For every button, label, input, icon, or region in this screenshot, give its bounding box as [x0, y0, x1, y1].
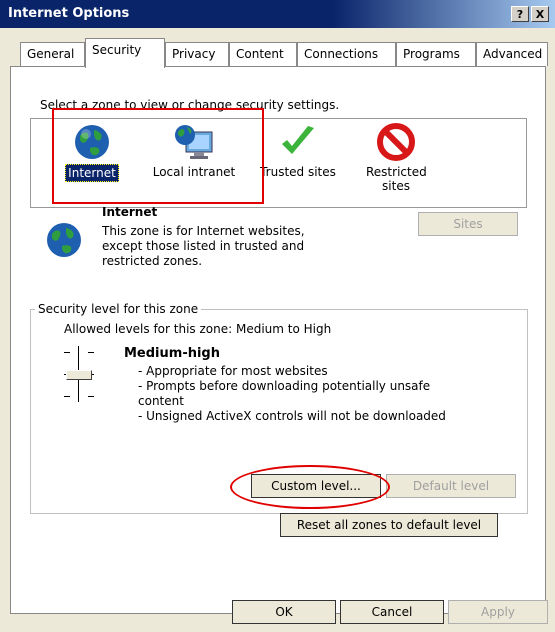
security-level-legend: Security level for this zone	[38, 302, 199, 316]
cancel-button[interactable]: Cancel	[340, 600, 444, 624]
reset-all-zones-button[interactable]: Reset all zones to default level	[280, 513, 498, 537]
ok-button[interactable]: OK	[232, 600, 336, 624]
zone-restricted-sites[interactable]: Restricted sites	[353, 119, 439, 194]
no-entry-icon	[377, 123, 415, 161]
slider-tick	[64, 396, 70, 397]
zone-label-restricted-sites: Restricted sites	[366, 165, 427, 193]
close-button[interactable]: X	[531, 6, 549, 22]
slider-tick	[88, 352, 94, 353]
checkmark-icon	[282, 126, 314, 154]
level-bullet: - Appropriate for most websites	[138, 364, 328, 378]
zone-trusted-sites[interactable]: Trusted sites	[253, 119, 343, 180]
sites-button[interactable]: Sites	[418, 212, 518, 236]
security-level-slider[interactable]	[54, 346, 104, 406]
tab-connections[interactable]: Connections	[297, 42, 396, 66]
tab-content[interactable]: Content	[229, 42, 297, 66]
tab-general[interactable]: General	[20, 42, 85, 66]
title-bar[interactable]: Internet Options ? X	[0, 0, 555, 28]
level-bullet: - Prompts before downloading potentially…	[138, 379, 431, 408]
allowed-levels-text: Allowed levels for this zone: Medium to …	[64, 322, 332, 336]
tab-privacy[interactable]: Privacy	[165, 42, 229, 66]
security-level-name: Medium-high	[124, 346, 220, 361]
internet-options-dialog: Internet Options ? X General Security Pr…	[0, 0, 555, 632]
zone-info-title: Internet	[102, 205, 158, 219]
help-button[interactable]: ?	[511, 6, 529, 22]
slider-tick	[64, 352, 70, 353]
annotation-ellipse	[230, 465, 390, 509]
apply-button[interactable]: Apply	[448, 600, 548, 624]
tab-advanced[interactable]: Advanced	[476, 42, 548, 66]
slider-thumb[interactable]	[66, 370, 92, 380]
zone-info-description: This zone is for Internet websites, exce…	[102, 224, 305, 268]
globe-icon	[47, 223, 81, 257]
tab-programs[interactable]: Programs	[396, 42, 476, 66]
window-title: Internet Options	[8, 6, 130, 21]
slider-tick	[88, 396, 94, 397]
annotation-rectangle	[52, 108, 264, 204]
tab-strip: General Security Privacy Content Connect…	[10, 36, 548, 68]
default-level-button[interactable]: Default level	[386, 474, 516, 498]
zone-label-trusted-sites: Trusted sites	[260, 165, 336, 179]
tab-security[interactable]: Security	[85, 38, 165, 68]
level-bullet: - Unsigned ActiveX controls will not be …	[138, 409, 446, 423]
